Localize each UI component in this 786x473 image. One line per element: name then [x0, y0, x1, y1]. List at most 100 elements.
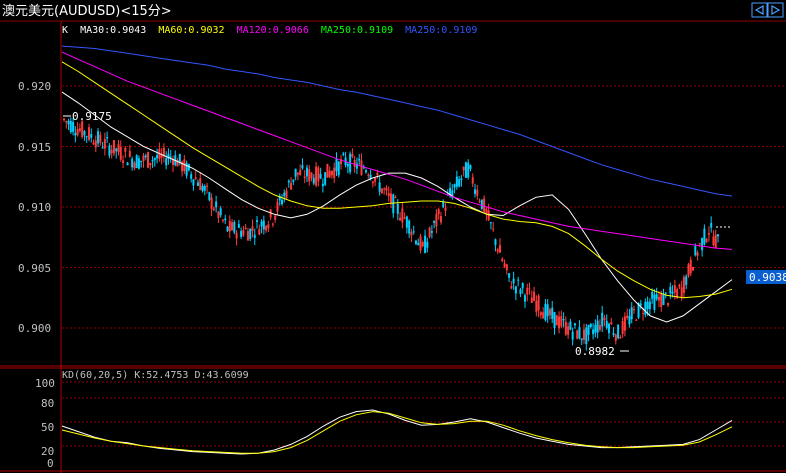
kd-grid: [62, 381, 786, 447]
candle-body: [569, 321, 572, 330]
candle-body: [376, 172, 379, 176]
candle-body: [74, 132, 77, 136]
candle-body: [215, 201, 218, 208]
candle-body: [523, 295, 526, 302]
candle-body: [644, 301, 647, 315]
candle-body: [144, 155, 147, 158]
candle-body: [673, 285, 676, 293]
kd-tick: 50: [41, 421, 54, 434]
candle-body: [199, 178, 202, 191]
candle-body: [580, 338, 583, 341]
candle-body: [333, 167, 336, 178]
candle-body: [76, 129, 79, 136]
candle-body: [228, 220, 231, 232]
candle-body: [576, 330, 579, 339]
candle-body: [410, 231, 413, 236]
candle-body: [149, 162, 152, 166]
candle-body: [444, 207, 447, 211]
candle-body: [546, 304, 549, 317]
candle-body: [460, 178, 463, 181]
candle-body: [703, 228, 706, 245]
candle-body: [671, 291, 674, 294]
candle-body: [81, 121, 84, 138]
candle-body: [90, 134, 93, 138]
price-axis: 0.920 0.915 0.910 0.905 0.900: [18, 80, 51, 335]
candle-body: [106, 137, 109, 139]
candle-body: [419, 236, 422, 251]
candle-body: [65, 121, 68, 123]
candle-body: [464, 162, 467, 178]
candle-body: [621, 321, 624, 335]
candle-body: [358, 158, 361, 161]
candle-body: [67, 120, 70, 125]
candle-body: [360, 160, 363, 175]
candle-body: [378, 182, 381, 192]
candle-body: [131, 158, 134, 168]
candle-body: [503, 263, 506, 267]
candle-body: [115, 148, 118, 152]
candle-body: [221, 219, 224, 221]
candle-body: [492, 228, 495, 230]
candle-body: [632, 308, 635, 311]
candle-body: [312, 177, 315, 184]
candle-body: [224, 218, 227, 221]
candle-body: [135, 155, 138, 169]
candle-body: [601, 312, 604, 327]
legend-ma120: MA120:0.9066: [237, 25, 309, 36]
price-tick: 0.900: [18, 322, 51, 335]
candle-body: [626, 315, 629, 318]
candle-body: [510, 286, 513, 289]
candle-body: [701, 237, 704, 251]
candle-body: [642, 313, 645, 315]
candle-body: [303, 176, 306, 179]
candle-body: [128, 150, 131, 157]
candle-body: [328, 170, 331, 178]
candle-body: [122, 160, 125, 163]
candle-body: [619, 337, 622, 339]
candle-body: [294, 168, 297, 177]
candle-body: [474, 189, 477, 194]
candle-body: [103, 138, 106, 149]
candle-body: [705, 239, 708, 242]
candle-body: [439, 216, 442, 223]
nav-back-button[interactable]: [751, 2, 768, 18]
high-label: 0.9175: [72, 110, 112, 123]
price-tick: 0.915: [18, 141, 51, 154]
candle-body: [142, 155, 145, 162]
price-tick: 0.910: [18, 201, 51, 214]
candle-body: [623, 316, 626, 331]
candle-body: [271, 223, 274, 225]
candle-body: [437, 209, 440, 215]
candle-body: [324, 172, 327, 185]
candle-body: [587, 324, 590, 335]
candle-body: [242, 230, 245, 236]
candle-body: [217, 211, 220, 218]
candle-body: [585, 327, 588, 345]
candle-body: [692, 266, 695, 271]
candle-body: [544, 303, 547, 321]
candle-body: [124, 147, 127, 152]
legend-ma250-blue: MA250:0.9109: [405, 25, 477, 36]
candle-body: [494, 239, 497, 246]
candle-body: [594, 324, 597, 333]
candle-body: [112, 140, 115, 154]
candle-body: [274, 215, 277, 220]
candle-body: [63, 118, 65, 121]
candle-body: [147, 152, 150, 168]
candle-body: [226, 226, 229, 232]
candle-body: [528, 288, 531, 290]
nav-forward-button[interactable]: [767, 2, 784, 18]
candle-body: [281, 199, 283, 205]
candle-body: [535, 300, 538, 312]
candle-body: [290, 182, 293, 190]
candle-body: [178, 153, 181, 163]
candle-body: [396, 203, 399, 214]
candle-body: [657, 296, 660, 301]
price-tick: 0.920: [18, 80, 51, 93]
candle-body: [517, 279, 520, 281]
candle-body: [553, 312, 556, 329]
candle-body: [231, 222, 234, 231]
candle-body: [353, 159, 356, 167]
candle-body: [117, 144, 120, 153]
candle-body: [408, 220, 411, 234]
